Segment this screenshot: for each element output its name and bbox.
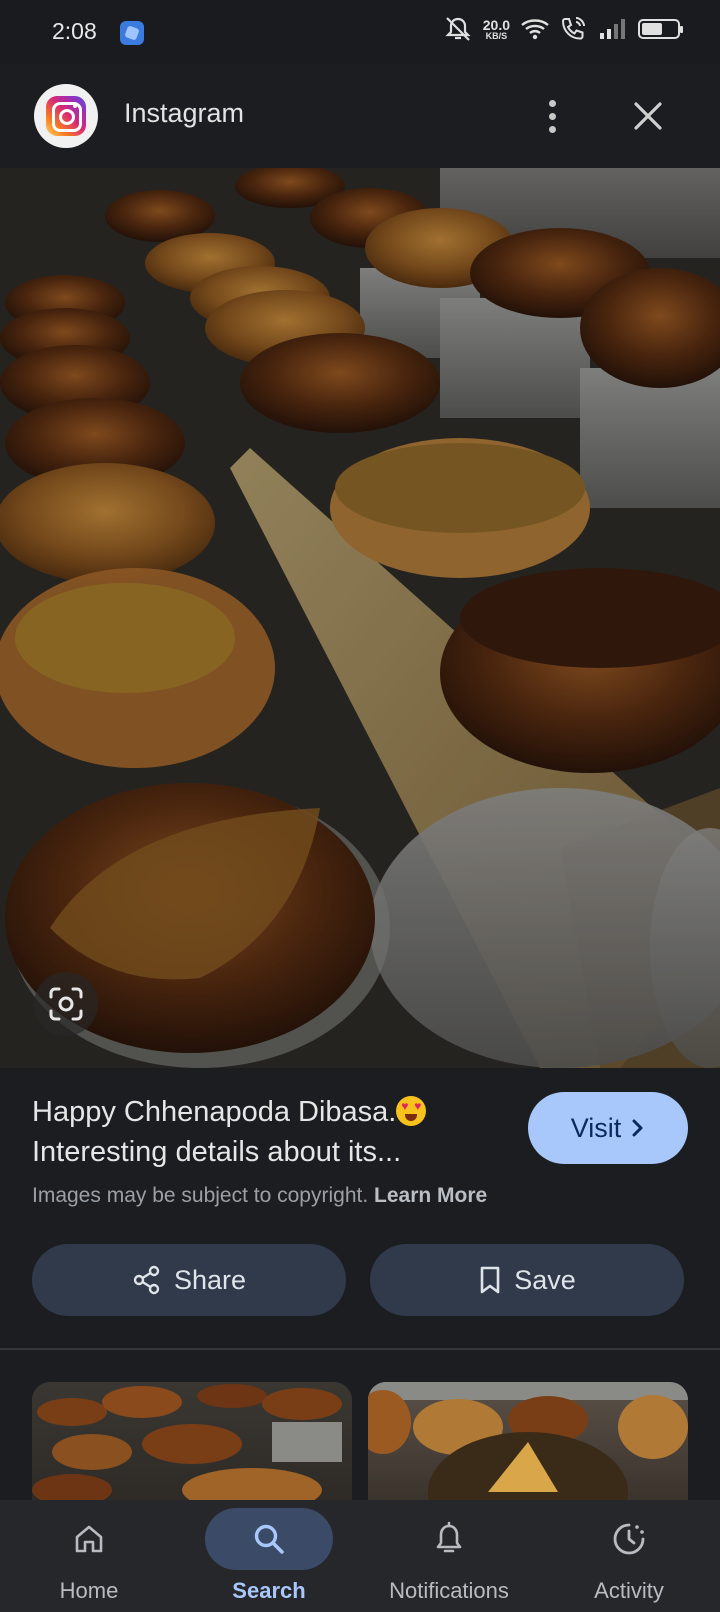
- wifi-calling-icon: [561, 17, 585, 40]
- wifi-icon: [521, 19, 549, 40]
- image-info-panel: Happy Chhenapoda Dibasa. Interesting det…: [0, 1068, 720, 1348]
- net-speed: 20.0 KB/S: [483, 18, 510, 41]
- viewer-header: Instagram: [0, 64, 720, 168]
- heart-eyes-emoji-icon: [396, 1096, 427, 1126]
- home-icon: [75, 1525, 103, 1553]
- status-icons: 20.0 KB/S: [443, 16, 683, 42]
- learn-more-link[interactable]: Learn More: [374, 1184, 487, 1207]
- related-images: [0, 1350, 720, 1500]
- nav-search[interactable]: Search: [194, 1508, 344, 1612]
- status-bar: 2:08 20.0 KB/S: [0, 0, 720, 64]
- nav-notifications-pill: [385, 1508, 513, 1570]
- visit-label: Visit: [570, 1112, 622, 1143]
- nav-search-label: Search: [232, 1578, 306, 1603]
- bottom-navigation: Home Search Notifications Activity: [0, 1500, 720, 1612]
- status-time: 2:08: [52, 18, 97, 44]
- lens-search-button[interactable]: [34, 972, 98, 1036]
- related-image-thumbnail[interactable]: [32, 1382, 352, 1500]
- net-speed-value: 20.0: [482, 16, 510, 33]
- nav-home-label: Home: [59, 1578, 119, 1603]
- copyright-notice: Images may be subject to copyright. Lear…: [32, 1184, 487, 1208]
- activity-icon: [613, 1523, 645, 1555]
- signal-icon: [600, 19, 625, 39]
- more-vert-icon-dot: [548, 112, 556, 120]
- mute-icon: [445, 17, 471, 41]
- net-speed-unit: KB/S: [485, 30, 508, 41]
- related-image-thumbnail[interactable]: [368, 1382, 688, 1500]
- image-title-line1: Happy Chhenapoda Dibasa.: [32, 1096, 397, 1128]
- chevron-right-icon: [632, 1119, 643, 1137]
- save-button[interactable]: Save: [370, 1244, 684, 1316]
- nav-activity-pill: [565, 1508, 693, 1570]
- source-avatar[interactable]: [34, 84, 98, 148]
- visit-button[interactable]: Visit: [528, 1092, 688, 1164]
- cake-photo: [0, 168, 720, 1068]
- copyright-text: Images may be subject to copyright.: [32, 1184, 369, 1207]
- share-icon: [133, 1265, 160, 1295]
- nav-activity-label: Activity: [594, 1578, 664, 1603]
- search-icon: [254, 1524, 284, 1554]
- source-name[interactable]: Instagram: [124, 98, 244, 129]
- image-title-line2: Interesting details about its...: [32, 1136, 402, 1168]
- more-vert-icon-dot: [548, 125, 556, 133]
- share-button[interactable]: Share: [32, 1244, 346, 1316]
- nav-search-pill: [205, 1508, 333, 1570]
- nav-home[interactable]: Home: [14, 1508, 164, 1612]
- nav-notifications[interactable]: Notifications: [374, 1508, 524, 1612]
- related-image-1: [32, 1384, 342, 1500]
- preview-image[interactable]: [0, 168, 720, 1068]
- close-icon: [634, 102, 662, 130]
- instagram-logo-icon: [46, 96, 86, 136]
- share-label: Share: [173, 1264, 247, 1295]
- battery-icon: [638, 19, 683, 39]
- app-notification-icon: [120, 21, 144, 45]
- related-image-2: [368, 1382, 688, 1500]
- nav-notifications-label: Notifications: [389, 1578, 509, 1603]
- image-title[interactable]: Happy Chhenapoda Dibasa. Interesting det…: [32, 1092, 502, 1172]
- bookmark-icon: [480, 1266, 500, 1294]
- nav-home-pill: [25, 1508, 153, 1570]
- more-options-button[interactable]: [532, 92, 572, 140]
- bell-icon: [436, 1521, 462, 1553]
- save-label: Save: [514, 1264, 576, 1295]
- nav-activity[interactable]: Activity: [554, 1508, 704, 1612]
- more-vert-icon-dot: [548, 99, 556, 107]
- close-button[interactable]: [626, 94, 670, 138]
- lens-icon: [49, 987, 83, 1021]
